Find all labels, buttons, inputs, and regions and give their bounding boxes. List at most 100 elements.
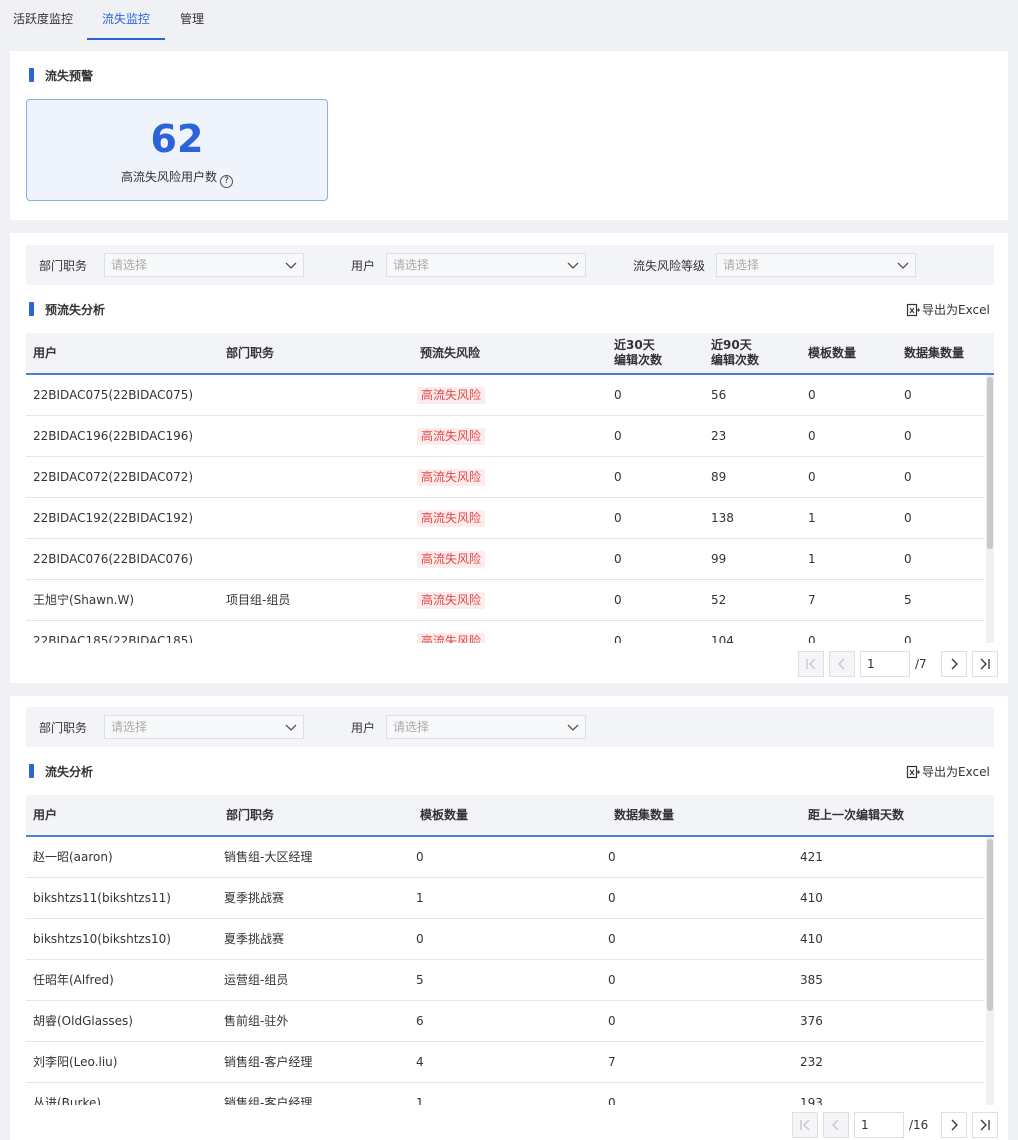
table-row[interactable]: 王旭宁(Shawn.W) 项目组-组员 高流失风险 0 52 7 5	[26, 580, 984, 621]
tab-activity-monitor[interactable]: 活跃度监控	[12, 0, 74, 40]
table-cell: 410	[800, 932, 823, 946]
col-days-since-edit[interactable]: 距上一次编辑天数	[808, 795, 904, 835]
table-cell: 376	[800, 1014, 823, 1028]
first-page-button[interactable]	[798, 651, 824, 677]
table-cell: 销售组-客户经理	[224, 1055, 313, 1069]
col-dataset-count[interactable]: 数据集数量	[904, 333, 964, 373]
tab-churn-monitor[interactable]: 流失监控	[87, 0, 165, 40]
table-cell: 89	[711, 470, 727, 484]
table-row[interactable]: 胡睿(OldGlasses) 售前组-驻外 6 0 376	[26, 1001, 984, 1042]
help-icon[interactable]: ?	[220, 175, 233, 188]
col-edits-90d[interactable]: 近90天 编辑次数	[711, 333, 759, 373]
filter-label-user: 用户	[351, 721, 376, 735]
col-risk[interactable]: 预流失风险	[420, 333, 480, 373]
table-cell: 5	[904, 593, 912, 607]
table-cell: bikshtzs10(bikshtzs10)	[33, 932, 171, 946]
last-page-button[interactable]	[972, 1112, 998, 1138]
section-title-pre-churn: 预流失分析	[29, 301, 105, 318]
pagination: 1 /16	[792, 1112, 998, 1138]
col-template-count[interactable]: 模板数量	[420, 795, 468, 835]
table-cell: 高流失风险	[417, 580, 486, 620]
kpi-value: 62	[150, 117, 204, 161]
col-user[interactable]: 用户	[33, 333, 57, 373]
page-number-input[interactable]: 1	[854, 1112, 904, 1138]
user-select[interactable]: 请选择	[386, 253, 586, 277]
kpi-label-row: 高流失风险用户数?	[27, 168, 327, 188]
table-cell: 丛进(Burke)	[33, 1096, 102, 1105]
table-cell: 王旭宁(Shawn.W)	[33, 593, 135, 607]
table-cell: 0	[808, 470, 816, 484]
table-cell: 56	[711, 388, 727, 402]
table-row[interactable]: 22BIDAC185(22BIDAC185) 高流失风险 0 104 0 0	[26, 621, 984, 643]
chevron-left-icon	[838, 658, 845, 670]
high-risk-kpi-card[interactable]: 62 高流失风险用户数?	[26, 99, 328, 201]
prev-page-button[interactable]	[829, 651, 855, 677]
user-select[interactable]: 请选择	[386, 715, 586, 739]
table-cell: 22BIDAC185(22BIDAC185)	[33, 634, 194, 643]
filter-label-dept: 部门职务	[39, 259, 88, 273]
risk-level-select[interactable]: 请选择	[716, 253, 916, 277]
tab-manage[interactable]: 管理	[176, 0, 208, 40]
table-row[interactable]: 赵一昭(aaron) 销售组-大区经理 0 0 421	[26, 837, 984, 878]
table-row[interactable]: 22BIDAC192(22BIDAC192) 高流失风险 0 138 1 0	[26, 498, 984, 539]
col-dept[interactable]: 部门职务	[226, 333, 274, 373]
table-cell: 0	[416, 850, 424, 864]
table-cell: 22BIDAC192(22BIDAC192)	[33, 511, 194, 525]
table-cell: 高流失风险	[417, 375, 486, 415]
last-page-icon	[980, 658, 990, 670]
total-pages: /7	[915, 657, 927, 671]
page-number-input[interactable]: 1	[860, 651, 910, 677]
table-row[interactable]: 22BIDAC196(22BIDAC196) 高流失风险 0 23 0 0	[26, 416, 984, 457]
table-cell: 23	[711, 429, 727, 443]
export-excel-button[interactable]: 导出为Excel	[906, 301, 990, 318]
next-page-button[interactable]	[941, 1112, 967, 1138]
col-dept[interactable]: 部门职务	[226, 795, 274, 835]
scrollbar[interactable]	[986, 837, 994, 1105]
next-page-button[interactable]	[941, 651, 967, 677]
table-cell: 赵一昭(aaron)	[33, 850, 113, 864]
col-edits-30d[interactable]: 近30天 编辑次数	[614, 333, 662, 373]
excel-export-icon	[906, 765, 921, 779]
table-cell: 0	[614, 388, 622, 402]
table-row[interactable]: bikshtzs10(bikshtzs10) 夏季挑战赛 0 0 410	[26, 919, 984, 960]
last-page-icon	[980, 1119, 990, 1131]
table-row[interactable]: 22BIDAC076(22BIDAC076) 高流失风险 0 99 1 0	[26, 539, 984, 580]
table-cell: 1	[416, 1096, 424, 1105]
scrollbar-thumb[interactable]	[987, 377, 993, 549]
col-dataset-count[interactable]: 数据集数量	[614, 795, 674, 835]
dept-select[interactable]: 请选择	[104, 715, 304, 739]
chevron-down-icon	[897, 262, 909, 269]
risk-badge: 高流失风险	[417, 551, 486, 568]
filter-label-risk-level: 流失风险等级	[633, 259, 706, 273]
filter-label-dept: 部门职务	[39, 721, 88, 735]
table-cell: 7	[608, 1055, 616, 1069]
table-cell: 22BIDAC072(22BIDAC072)	[33, 470, 194, 484]
table-cell: 0	[614, 552, 622, 566]
table-row[interactable]: bikshtzs11(bikshtzs11) 夏季挑战赛 1 0 410	[26, 878, 984, 919]
table-cell: 0	[608, 891, 616, 905]
table-row[interactable]: 22BIDAC072(22BIDAC072) 高流失风险 0 89 0 0	[26, 457, 984, 498]
prev-page-button[interactable]	[823, 1112, 849, 1138]
churn-warning-panel: 流失预警 62 高流失风险用户数?	[10, 51, 1008, 220]
section-marker	[29, 764, 34, 778]
table-row[interactable]: 丛进(Burke) 销售组-客户经理 1 0 193	[26, 1083, 984, 1105]
export-excel-button[interactable]: 导出为Excel	[906, 763, 990, 780]
table-cell: 0	[904, 429, 912, 443]
last-page-button[interactable]	[972, 651, 998, 677]
first-page-icon	[800, 1119, 810, 1131]
filter-label-user: 用户	[351, 259, 376, 273]
dept-select[interactable]: 请选择	[104, 253, 304, 277]
table-cell: 385	[800, 973, 823, 987]
table-row[interactable]: 刘李阳(Leo.liu) 销售组-客户经理 4 7 232	[26, 1042, 984, 1083]
table-cell: 22BIDAC075(22BIDAC075)	[33, 388, 194, 402]
first-page-button[interactable]	[792, 1112, 818, 1138]
table-cell: 售前组-驻外	[224, 1014, 289, 1028]
kpi-label: 高流失风险用户数	[120, 170, 217, 184]
table-row[interactable]: 22BIDAC075(22BIDAC075) 高流失风险 0 56 0 0	[26, 375, 984, 416]
col-user[interactable]: 用户	[33, 795, 57, 835]
table-row[interactable]: 任昭年(Alfred) 运营组-组员 5 0 385	[26, 960, 984, 1001]
scrollbar[interactable]	[986, 375, 994, 643]
table-cell: 销售组-客户经理	[224, 1096, 313, 1105]
col-template-count[interactable]: 模板数量	[808, 333, 856, 373]
scrollbar-thumb[interactable]	[987, 839, 993, 1011]
